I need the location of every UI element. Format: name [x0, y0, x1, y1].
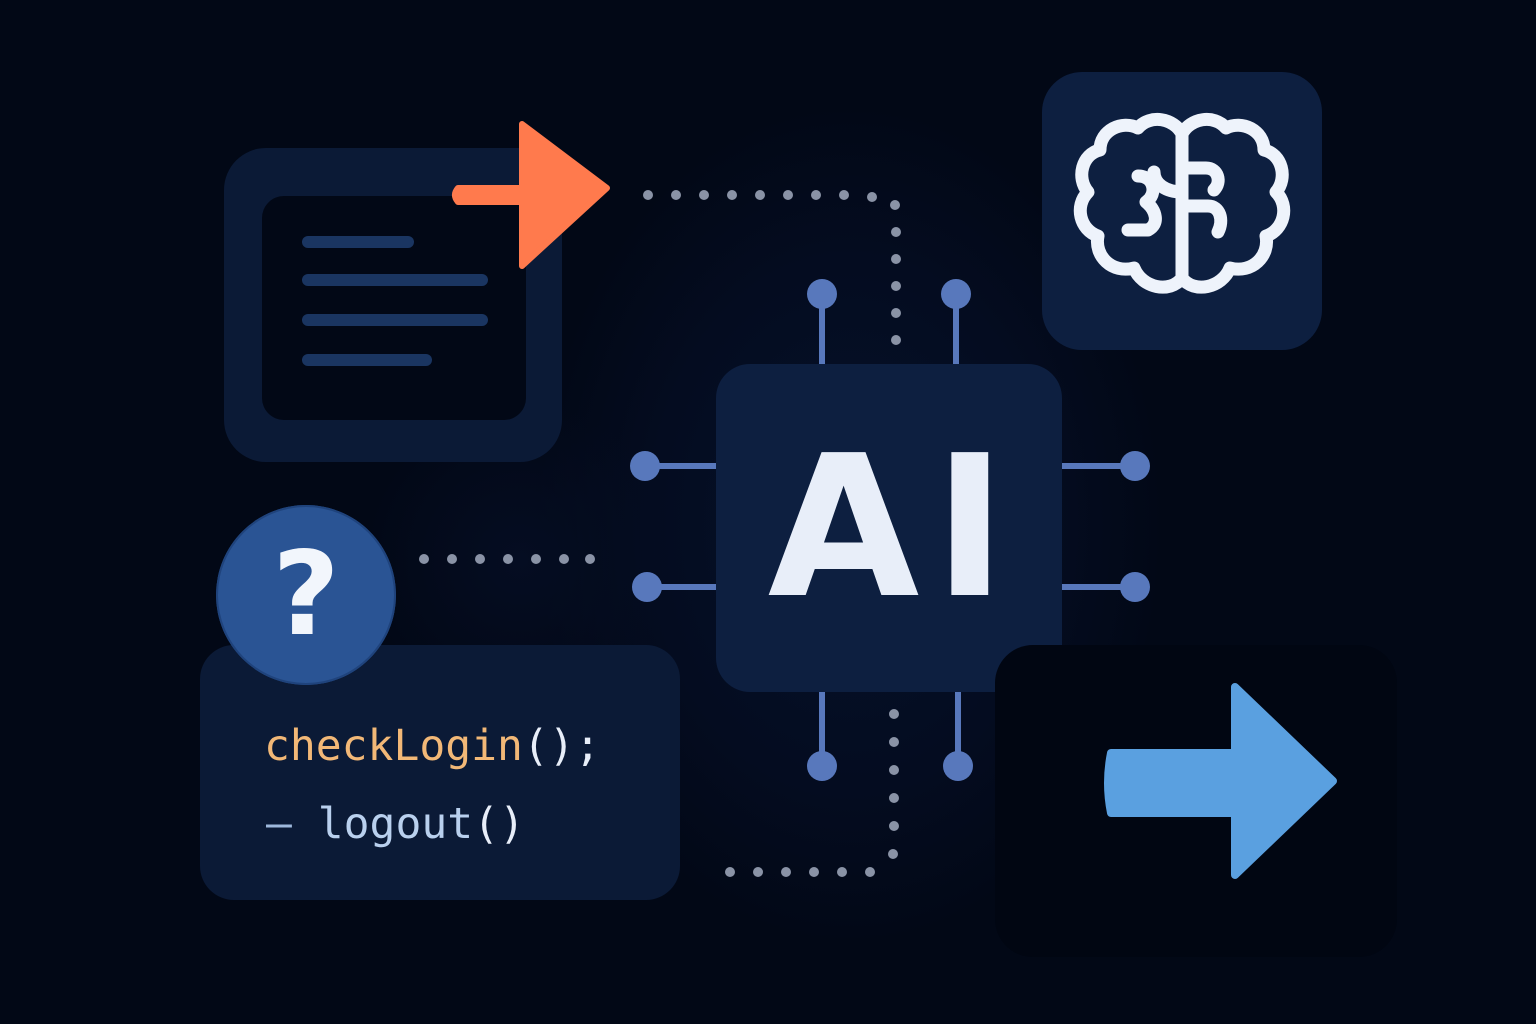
code-function-name: checkLogin [264, 721, 523, 771]
code-line-logout: – logout() [266, 803, 525, 846]
brain-icon [1073, 113, 1291, 294]
brain-card [1042, 72, 1322, 350]
code-punctuation: () [473, 799, 525, 849]
question-mark: ? [272, 527, 340, 662]
illustration-canvas: AI checkLogin(); – logout() ? [0, 0, 1536, 1024]
chip-label: AI [767, 414, 1021, 642]
code-punctuation: (); [522, 721, 601, 771]
ai-chip: AI [716, 364, 1062, 692]
code-card: checkLogin(); – logout() [200, 645, 680, 900]
code-dash: – [266, 799, 292, 849]
code-function-name: logout [317, 799, 474, 849]
code-line-check-login: checkLogin(); [264, 725, 601, 768]
arrow-right-icon [1104, 683, 1337, 879]
question-icon: ? [216, 505, 396, 685]
arrow-card [995, 645, 1397, 957]
